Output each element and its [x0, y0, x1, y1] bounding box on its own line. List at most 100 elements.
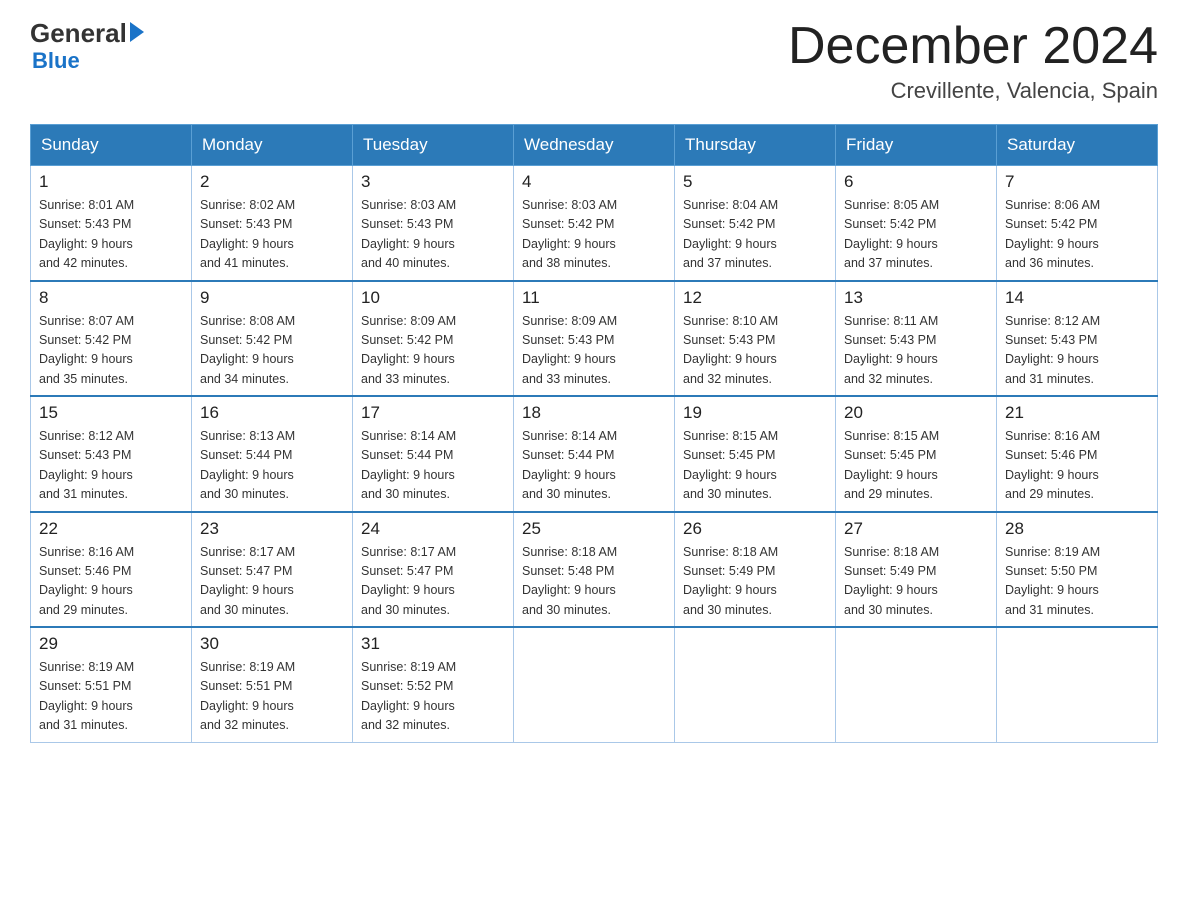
day-number: 4: [522, 172, 666, 192]
calendar-day-cell: 17Sunrise: 8:14 AMSunset: 5:44 PMDayligh…: [353, 396, 514, 512]
day-number: 5: [683, 172, 827, 192]
calendar-day-cell: 2 Sunrise: 8:02 AMSunset: 5:43 PMDaylight…: [192, 166, 353, 281]
day-number: 16: [200, 403, 344, 423]
day-number: 6: [844, 172, 988, 192]
day-number: 20: [844, 403, 988, 423]
day-number: 18: [522, 403, 666, 423]
calendar-table: SundayMondayTuesdayWednesdayThursdayFrid…: [30, 124, 1158, 743]
day-number: 13: [844, 288, 988, 308]
day-info: Sunrise: 8:19 AMSunset: 5:52 PMDaylight:…: [361, 658, 505, 736]
day-info: Sunrise: 8:19 AMSunset: 5:51 PMDaylight:…: [39, 658, 183, 736]
day-info: Sunrise: 8:19 AMSunset: 5:51 PMDaylight:…: [200, 658, 344, 736]
day-info: Sunrise: 8:14 AMSunset: 5:44 PMDaylight:…: [522, 427, 666, 505]
day-info: Sunrise: 8:08 AMSunset: 5:42 PMDaylight:…: [200, 312, 344, 390]
calendar-day-cell: 23Sunrise: 8:17 AMSunset: 5:47 PMDayligh…: [192, 512, 353, 628]
calendar-day-cell: 1Sunrise: 8:01 AMSunset: 5:43 PMDaylight…: [31, 166, 192, 281]
day-number: 28: [1005, 519, 1149, 539]
calendar-day-cell: 13 Sunrise: 8:11 AMSunset: 5:43 PMDayligh…: [836, 281, 997, 397]
calendar-day-cell: 28 Sunrise: 8:19 AMSunset: 5:50 PMDayligh…: [997, 512, 1158, 628]
day-number: 31: [361, 634, 505, 654]
weekday-header-tuesday: Tuesday: [353, 125, 514, 166]
day-info: Sunrise: 8:13 AMSunset: 5:44 PMDaylight:…: [200, 427, 344, 505]
page-header: General Blue December 2024 Crevillente, …: [30, 20, 1158, 104]
calendar-day-cell: 10Sunrise: 8:09 AMSunset: 5:42 PMDayligh…: [353, 281, 514, 397]
day-number: 19: [683, 403, 827, 423]
day-number: 23: [200, 519, 344, 539]
weekday-header-saturday: Saturday: [997, 125, 1158, 166]
day-number: 11: [522, 288, 666, 308]
day-info: Sunrise: 8:18 AMSunset: 5:49 PMDaylight:…: [844, 543, 988, 621]
day-info: Sunrise: 8:18 AMSunset: 5:48 PMDaylight:…: [522, 543, 666, 621]
calendar-day-cell: 19 Sunrise: 8:15 AMSunset: 5:45 PMDayligh…: [675, 396, 836, 512]
day-info: Sunrise: 8:19 AMSunset: 5:50 PMDaylight:…: [1005, 543, 1149, 621]
day-info: Sunrise: 8:15 AMSunset: 5:45 PMDaylight:…: [683, 427, 827, 505]
day-number: 24: [361, 519, 505, 539]
day-number: 14: [1005, 288, 1149, 308]
calendar-week-row: 1Sunrise: 8:01 AMSunset: 5:43 PMDaylight…: [31, 166, 1158, 281]
location-title: Crevillente, Valencia, Spain: [788, 78, 1158, 104]
calendar-day-cell: 31 Sunrise: 8:19 AMSunset: 5:52 PMDayligh…: [353, 627, 514, 742]
day-number: 2: [200, 172, 344, 192]
weekday-header-thursday: Thursday: [675, 125, 836, 166]
day-number: 30: [200, 634, 344, 654]
day-info: Sunrise: 8:02 AMSunset: 5:43 PMDaylight:…: [200, 196, 344, 274]
weekday-header-monday: Monday: [192, 125, 353, 166]
day-info: Sunrise: 8:11 AMSunset: 5:43 PMDaylight:…: [844, 312, 988, 390]
day-number: 26: [683, 519, 827, 539]
day-info: Sunrise: 8:07 AMSunset: 5:42 PMDaylight:…: [39, 312, 183, 390]
day-number: 12: [683, 288, 827, 308]
calendar-day-cell: 16 Sunrise: 8:13 AMSunset: 5:44 PMDayligh…: [192, 396, 353, 512]
calendar-day-cell: [514, 627, 675, 742]
day-info: Sunrise: 8:04 AMSunset: 5:42 PMDaylight:…: [683, 196, 827, 274]
calendar-day-cell: 27 Sunrise: 8:18 AMSunset: 5:49 PMDayligh…: [836, 512, 997, 628]
day-info: Sunrise: 8:18 AMSunset: 5:49 PMDaylight:…: [683, 543, 827, 621]
day-number: 29: [39, 634, 183, 654]
weekday-header-friday: Friday: [836, 125, 997, 166]
day-info: Sunrise: 8:16 AMSunset: 5:46 PMDaylight:…: [39, 543, 183, 621]
calendar-day-cell: 18 Sunrise: 8:14 AMSunset: 5:44 PMDayligh…: [514, 396, 675, 512]
calendar-day-cell: 6 Sunrise: 8:05 AMSunset: 5:42 PMDaylight…: [836, 166, 997, 281]
day-info: Sunrise: 8:05 AMSunset: 5:42 PMDaylight:…: [844, 196, 988, 274]
day-info: Sunrise: 8:09 AMSunset: 5:43 PMDaylight:…: [522, 312, 666, 390]
day-info: Sunrise: 8:15 AMSunset: 5:45 PMDaylight:…: [844, 427, 988, 505]
calendar-day-cell: 22 Sunrise: 8:16 AMSunset: 5:46 PMDayligh…: [31, 512, 192, 628]
day-info: Sunrise: 8:06 AMSunset: 5:42 PMDaylight:…: [1005, 196, 1149, 274]
calendar-day-cell: 7 Sunrise: 8:06 AMSunset: 5:42 PMDaylight…: [997, 166, 1158, 281]
day-info: Sunrise: 8:09 AMSunset: 5:42 PMDaylight:…: [361, 312, 505, 390]
calendar-day-cell: 26 Sunrise: 8:18 AMSunset: 5:49 PMDayligh…: [675, 512, 836, 628]
calendar-week-row: 22 Sunrise: 8:16 AMSunset: 5:46 PMDayligh…: [31, 512, 1158, 628]
calendar-day-cell: 30 Sunrise: 8:19 AMSunset: 5:51 PMDayligh…: [192, 627, 353, 742]
calendar-day-cell: 3 Sunrise: 8:03 AMSunset: 5:43 PMDaylight…: [353, 166, 514, 281]
calendar-day-cell: 8Sunrise: 8:07 AMSunset: 5:42 PMDaylight…: [31, 281, 192, 397]
calendar-day-cell: 11 Sunrise: 8:09 AMSunset: 5:43 PMDayligh…: [514, 281, 675, 397]
calendar-day-cell: 29 Sunrise: 8:19 AMSunset: 5:51 PMDayligh…: [31, 627, 192, 742]
weekday-header-wednesday: Wednesday: [514, 125, 675, 166]
calendar-day-cell: 21Sunrise: 8:16 AMSunset: 5:46 PMDayligh…: [997, 396, 1158, 512]
calendar-day-cell: [997, 627, 1158, 742]
calendar-day-cell: 4Sunrise: 8:03 AMSunset: 5:42 PMDaylight…: [514, 166, 675, 281]
month-title: December 2024: [788, 20, 1158, 72]
calendar-day-cell: 24Sunrise: 8:17 AMSunset: 5:47 PMDayligh…: [353, 512, 514, 628]
day-info: Sunrise: 8:01 AMSunset: 5:43 PMDaylight:…: [39, 196, 183, 274]
day-info: Sunrise: 8:10 AMSunset: 5:43 PMDaylight:…: [683, 312, 827, 390]
day-number: 3: [361, 172, 505, 192]
day-number: 7: [1005, 172, 1149, 192]
calendar-day-cell: 20 Sunrise: 8:15 AMSunset: 5:45 PMDayligh…: [836, 396, 997, 512]
day-number: 25: [522, 519, 666, 539]
calendar-week-row: 29 Sunrise: 8:19 AMSunset: 5:51 PMDayligh…: [31, 627, 1158, 742]
calendar-day-cell: 15 Sunrise: 8:12 AMSunset: 5:43 PMDayligh…: [31, 396, 192, 512]
calendar-day-cell: [836, 627, 997, 742]
calendar-day-cell: 12 Sunrise: 8:10 AMSunset: 5:43 PMDayligh…: [675, 281, 836, 397]
logo: General Blue: [30, 20, 144, 74]
day-number: 22: [39, 519, 183, 539]
day-info: Sunrise: 8:03 AMSunset: 5:43 PMDaylight:…: [361, 196, 505, 274]
day-info: Sunrise: 8:12 AMSunset: 5:43 PMDaylight:…: [1005, 312, 1149, 390]
calendar-day-cell: 5 Sunrise: 8:04 AMSunset: 5:42 PMDaylight…: [675, 166, 836, 281]
calendar-day-cell: [675, 627, 836, 742]
day-info: Sunrise: 8:14 AMSunset: 5:44 PMDaylight:…: [361, 427, 505, 505]
calendar-day-cell: 25 Sunrise: 8:18 AMSunset: 5:48 PMDayligh…: [514, 512, 675, 628]
day-number: 27: [844, 519, 988, 539]
day-number: 15: [39, 403, 183, 423]
day-info: Sunrise: 8:12 AMSunset: 5:43 PMDaylight:…: [39, 427, 183, 505]
day-number: 21: [1005, 403, 1149, 423]
